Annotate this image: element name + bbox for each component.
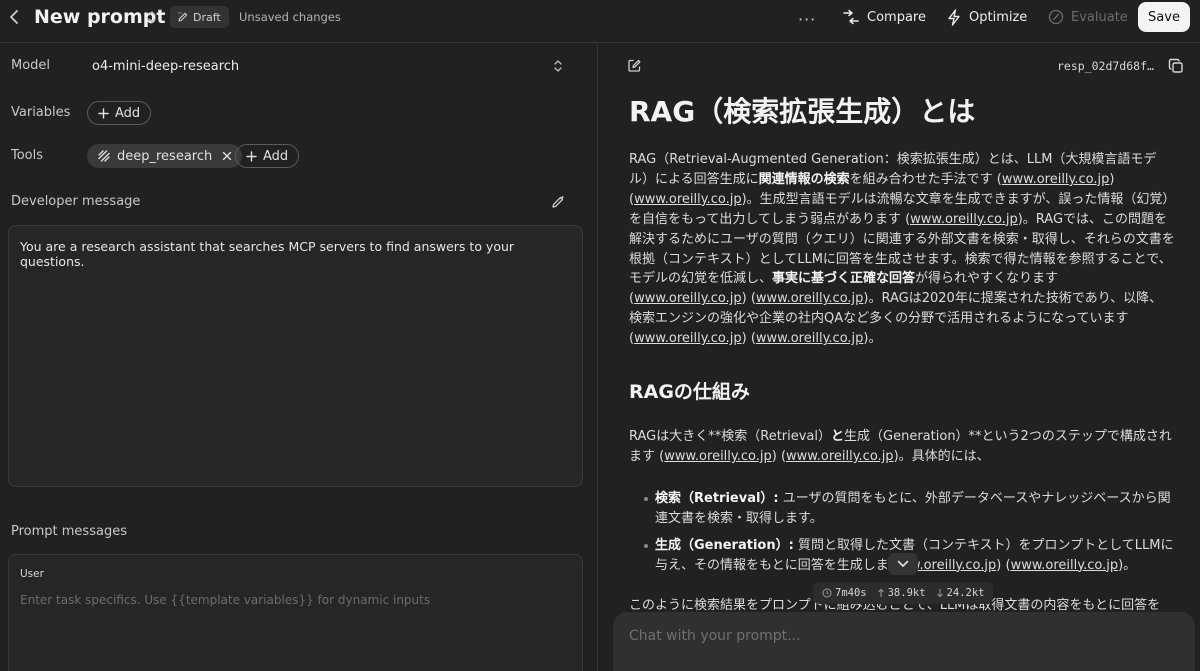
- source-link[interactable]: www.oreilly.co.jp: [664, 449, 772, 464]
- prompt-messages-label: Prompt messages: [11, 524, 127, 539]
- more-options-button[interactable]: ···: [798, 10, 816, 29]
- source-link[interactable]: www.oreilly.co.jp: [634, 331, 742, 346]
- bold-text: 生成（Generation）:: [655, 537, 794, 553]
- compare-icon: [842, 9, 860, 25]
- evaluate-icon: [1048, 9, 1064, 25]
- deep-research-icon: [97, 149, 111, 163]
- model-label: Model: [11, 58, 51, 73]
- draft-edit-icon: [177, 11, 189, 23]
- copy-icon[interactable]: [1168, 58, 1184, 74]
- tool-name: deep_research: [117, 148, 213, 164]
- input-tokens-stat: 38.9kt: [877, 587, 926, 599]
- chat-input[interactable]: Chat with your prompt...: [629, 628, 801, 644]
- evaluate-label: Evaluate: [1071, 9, 1128, 25]
- developer-message-text: You are a research assistant that search…: [20, 239, 515, 269]
- chevron-down-icon: [897, 560, 909, 568]
- model-select-chevron-icon[interactable]: [552, 58, 564, 74]
- duration-value: 7m40s: [835, 587, 867, 599]
- edit-icon[interactable]: [627, 58, 642, 73]
- top-bar: New prompt Draft Unsaved changes ··· Com…: [0, 0, 1200, 43]
- add-tool-button[interactable]: Add: [235, 144, 300, 168]
- add-tool-label: Add: [263, 148, 289, 164]
- arrow-down-icon: [936, 588, 944, 598]
- tool-chip-deep-research[interactable]: deep_research: [87, 144, 243, 168]
- magic-edit-icon[interactable]: [550, 194, 566, 210]
- input-tokens-value: 38.9kt: [887, 587, 926, 599]
- plus-icon: [246, 150, 257, 162]
- lightning-icon: [946, 8, 962, 26]
- source-link[interactable]: www.oreilly.co.jp: [1011, 558, 1119, 573]
- article-heading: RAG（検索拡張生成）とは: [629, 95, 976, 128]
- save-button[interactable]: Save: [1138, 2, 1190, 32]
- model-select[interactable]: o4-mini-deep-research: [92, 59, 239, 74]
- output-tokens-stat: 24.2kt: [936, 587, 985, 599]
- optimize-button[interactable]: Optimize: [946, 7, 1027, 27]
- scroll-to-bottom-button[interactable]: [888, 553, 918, 575]
- add-variable-button[interactable]: Add: [87, 101, 152, 125]
- variables-label: Variables: [11, 105, 71, 120]
- source-link[interactable]: www.oreilly.co.jp: [756, 331, 864, 346]
- bold-text: 事実に基づく正確な回答: [772, 271, 916, 287]
- add-variable-label: Add: [115, 105, 141, 121]
- compare-button[interactable]: Compare: [842, 7, 926, 27]
- response-article: RAG（検索拡張生成）とは RAG（Retrieval-Augmented Ge…: [629, 92, 1175, 615]
- unsaved-changes-label: Unsaved changes: [239, 10, 341, 24]
- source-link[interactable]: www.oreilly.co.jp: [910, 212, 1018, 227]
- compare-label: Compare: [867, 9, 926, 25]
- optimize-label: Optimize: [969, 9, 1028, 25]
- arrow-up-icon: [877, 588, 885, 598]
- output-tokens-value: 24.2kt: [946, 587, 985, 599]
- draft-label: Draft: [193, 10, 221, 24]
- response-panel: resp_02d7d68f… RAG（検索拡張生成）とは RAG（Retriev…: [599, 44, 1200, 671]
- clock-icon: [822, 588, 832, 598]
- developer-message-label: Developer message: [11, 194, 141, 209]
- user-message-input[interactable]: Enter task specifics. Use {{template var…: [20, 593, 430, 607]
- source-link[interactable]: www.oreilly.co.jp: [786, 449, 894, 464]
- article-paragraph: RAG（Retrieval-Augmented Generation：検索拡張生…: [629, 152, 1175, 347]
- source-link[interactable]: www.oreilly.co.jp: [756, 291, 864, 306]
- response-stats: 7m40s 38.9kt 24.2kt: [813, 582, 994, 604]
- source-link[interactable]: www.oreilly.co.jp: [1002, 172, 1110, 187]
- duration-stat: 7m40s: [822, 587, 867, 599]
- back-chevron-icon[interactable]: [6, 8, 24, 26]
- user-role-label: User: [20, 568, 44, 580]
- list-item: 検索（Retrieval）: ユーザの質問をもとに、外部データベースやナレッジベ…: [629, 489, 1175, 529]
- remove-tool-icon[interactable]: [222, 151, 232, 161]
- source-link[interactable]: www.oreilly.co.jp: [634, 291, 742, 306]
- article-paragraph: RAGは大きく**検索（Retrieval）と生成（Generation）**と…: [629, 429, 1172, 464]
- plus-icon: [98, 107, 109, 119]
- prompt-editor-panel: Model o4-mini-deep-research Variables Ad…: [0, 44, 598, 671]
- bold-text: と: [831, 429, 845, 445]
- source-link[interactable]: www.oreilly.co.jp: [634, 192, 742, 207]
- draft-badge: Draft: [170, 6, 229, 28]
- bold-text: 関連情報の検索: [758, 171, 850, 187]
- bold-text: 検索（Retrieval）:: [655, 490, 779, 506]
- user-message-box[interactable]: User Enter task specifics. Use {{templat…: [8, 554, 583, 671]
- response-id: resp_02d7d68f…: [1057, 59, 1154, 73]
- chat-input-box[interactable]: Chat with your prompt...: [613, 612, 1195, 671]
- evaluate-button[interactable]: Evaluate: [1048, 7, 1128, 27]
- tools-label: Tools: [11, 148, 44, 163]
- title-switch-icon[interactable]: [146, 9, 158, 25]
- developer-message-input[interactable]: You are a research assistant that search…: [8, 225, 583, 487]
- article-subheading: RAGの仕組み: [629, 381, 750, 404]
